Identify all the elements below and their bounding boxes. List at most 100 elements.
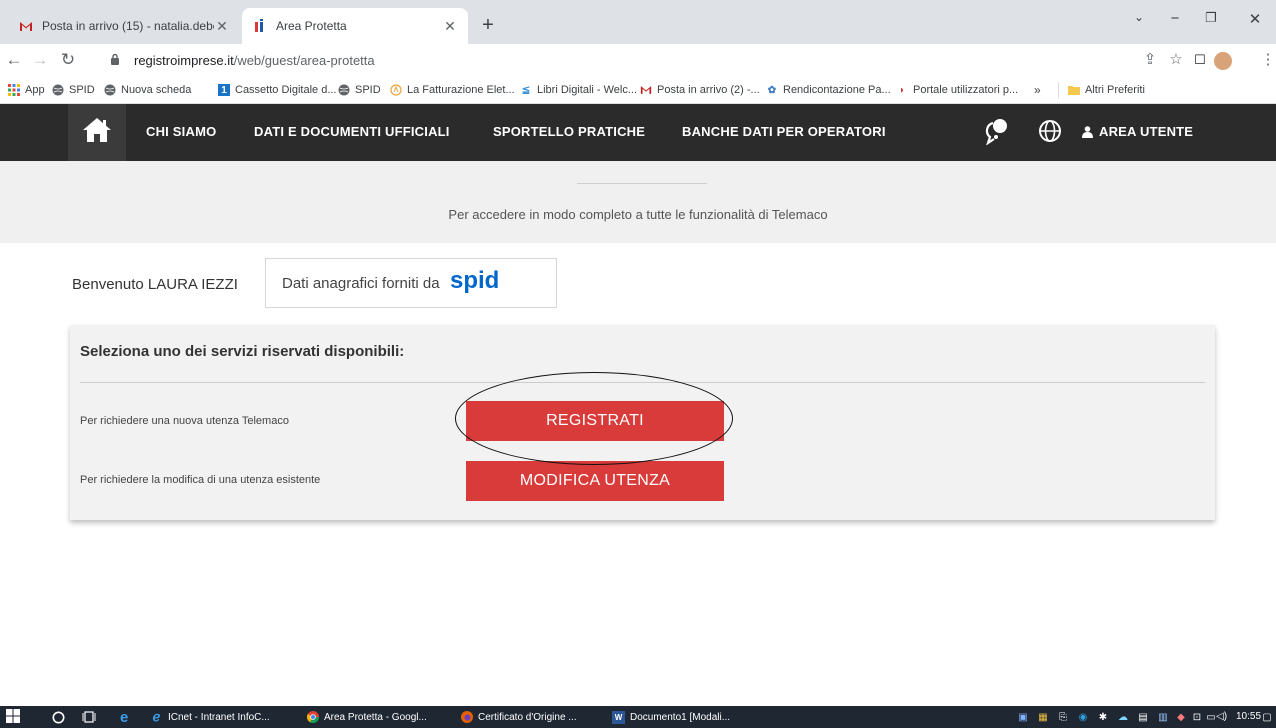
user-icon [1082, 125, 1093, 138]
fattura-icon [390, 84, 402, 96]
nav-sportello-pratiche[interactable]: SPORTELLO PRATICHE [493, 124, 645, 139]
profile-avatar[interactable] [1214, 52, 1232, 70]
registrati-button[interactable]: REGISTRATI [466, 401, 724, 441]
tab-title: Area Protetta [276, 19, 347, 33]
bookmark-spid[interactable]: SPID [52, 82, 95, 98]
bookmark-altri-preferiti[interactable]: Altri Preferiti [1068, 82, 1145, 98]
globe-icon [104, 84, 116, 96]
tray-network-app-icon[interactable]: ☁ [1116, 709, 1130, 725]
bookmark-label: Nuova scheda [121, 84, 192, 96]
taskbar-item-label: Documento1 [Modali... [630, 711, 731, 723]
service-label-registrati: Per richiedere una nuova utenza Telemaco [80, 415, 289, 427]
tray-monitor-icon[interactable]: ▤ [1136, 709, 1150, 725]
home-button[interactable] [68, 104, 126, 161]
network-icon[interactable]: ⊡ [1190, 709, 1204, 725]
bluetooth-icon[interactable]: ✱ [1096, 709, 1110, 725]
svg-text:spid: spid [450, 269, 499, 293]
tab-area-protetta[interactable]: Area Protetta ✕ [242, 8, 468, 44]
banner-divider [577, 183, 707, 184]
home-icon [82, 117, 112, 148]
spid-label: Dati anagrafici forniti da [282, 274, 440, 292]
tray-grid-icon[interactable]: ▦ [1036, 709, 1050, 725]
menu-kebab-icon[interactable]: ⋮ [1258, 50, 1276, 70]
services-panel: Seleziona uno dei servizi riservati disp… [70, 325, 1215, 520]
url-path: /web/guest/area-protetta [233, 52, 375, 68]
taskbar-item-label: ICnet - Intranet InfoC... [168, 711, 270, 723]
minimize-icon[interactable]: − [1160, 10, 1190, 27]
bookmark-portale[interactable]: ◗ Portale utilizzatori p... [896, 82, 1018, 98]
task-view-icon[interactable] [82, 709, 96, 725]
lock-icon [110, 53, 126, 68]
site-navbar: CHI SIAMO DATI E DOCUMENTI UFFICIALI SPO… [0, 104, 1276, 161]
bookmark-label: SPID [355, 84, 381, 96]
modifica-utenza-button[interactable]: MODIFICA UTENZA [466, 461, 724, 501]
volume-icon[interactable]: ◁) [1216, 711, 1227, 722]
star-icon[interactable]: ☆ [1166, 50, 1186, 70]
banner-text: Per accedere in modo completo a tutte le… [448, 207, 828, 222]
nav-dati-documenti[interactable]: DATI E DOCUMENTI UFFICIALI [254, 124, 450, 139]
edge-icon[interactable]: e [120, 709, 128, 726]
share-icon[interactable]: ⇪ [1140, 50, 1160, 70]
firefox-icon [460, 711, 473, 724]
bookmark-libri-digitali[interactable]: ≦ Libri Digitali - Welc... [520, 82, 637, 98]
nav-chi-siamo[interactable]: CHI SIAMO [146, 124, 216, 139]
tray-app-icon[interactable]: ▣ [1016, 709, 1030, 725]
close-tab-icon[interactable]: ✕ [214, 18, 230, 35]
bookmark-label: Altri Preferiti [1085, 84, 1145, 96]
services-panel-title: Seleziona uno dei servizi riservati disp… [80, 343, 405, 360]
bookmark-label: Posta in arrivo (2) -... [657, 84, 760, 96]
bookmarks-bar: App SPID Nuova scheda 1 Cassetto Digital… [0, 76, 1276, 104]
language-globe-icon[interactable] [1038, 119, 1062, 148]
browser-toolbar: ← → ↻ registroimprese.it/web/guest/area-… [0, 44, 1276, 76]
gmail-icon [18, 18, 34, 34]
new-tab-button[interactable]: + [476, 14, 500, 38]
support-chat-icon[interactable] [984, 117, 1012, 150]
bookmark-label: Portale utilizzatori p... [913, 84, 1019, 96]
nav-area-utente[interactable]: AREA UTENTE [1082, 124, 1193, 139]
browser-tab-strip: Posta in arrivo (15) - natalia.debe ✕ Ar… [0, 0, 1276, 44]
hp-icon[interactable]: ◉ [1076, 709, 1090, 725]
tray-clipboard-icon[interactable]: ⎘ [1056, 709, 1070, 725]
address-bar[interactable]: registroimprese.it/web/guest/area-protet… [110, 48, 1150, 72]
bookmark-fatturazione[interactable]: La Fatturazione Elet... [390, 82, 515, 98]
service-label-modifica: Per richiedere la modifica di una utenza… [80, 474, 321, 486]
notifications-icon[interactable]: ▢ [1260, 709, 1274, 725]
reload-icon[interactable]: ↻ [58, 50, 78, 70]
taskbar-item-area-protetta[interactable]: Area Protetta - Googl... [306, 709, 427, 725]
folder-icon [1068, 84, 1080, 96]
tab-search-icon[interactable]: ⌄ [1124, 10, 1154, 24]
bookmark-label: SPID [69, 84, 95, 96]
back-icon[interactable]: ← [4, 50, 24, 70]
bookmark-nuova-scheda[interactable]: Nuova scheda [104, 82, 191, 98]
restore-icon[interactable]: ❐ [1196, 10, 1226, 26]
close-tab-icon[interactable]: ✕ [442, 18, 458, 35]
taskbar-item-documento[interactable]: W Documento1 [Modali... [612, 709, 730, 725]
gmail-icon [640, 84, 652, 96]
portale-icon: ◗ [898, 84, 906, 96]
bookmark-rendicontazione[interactable]: ✿ Rendicontazione Pa... [766, 82, 891, 98]
tray-shield-icon[interactable]: ◆ [1174, 709, 1188, 725]
bookmark-posta[interactable]: Posta in arrivo (2) -... [640, 82, 760, 98]
chrome-icon [306, 711, 319, 724]
close-window-icon[interactable]: ✕ [1240, 10, 1270, 28]
taskbar-item-certificato[interactable]: Certificato d'Origine ... [460, 709, 577, 725]
taskbar-item-icnet[interactable]: ℯ ICnet - Intranet InfoC... [150, 709, 270, 725]
bookmark-spid-2[interactable]: SPID [338, 82, 381, 98]
taskbar-item-label: Certificato d'Origine ... [478, 711, 577, 723]
windows-logo-icon [6, 708, 20, 726]
cassetto-icon: 1 [218, 84, 230, 96]
tab-gmail[interactable]: Posta in arrivo (15) - natalia.debe ✕ [8, 8, 240, 44]
bookmark-cassetto-digitale[interactable]: 1 Cassetto Digitale d... [218, 82, 337, 98]
bookmarks-overflow-button[interactable]: » [1034, 82, 1041, 98]
forward-icon[interactable]: → [30, 50, 50, 70]
side-panel-icon[interactable]: ☐ [1190, 50, 1210, 70]
search-circle-icon[interactable] [52, 709, 65, 725]
tab-title: Posta in arrivo (15) - natalia.debe [42, 19, 214, 33]
bookmark-label: Libri Digitali - Welc... [537, 84, 638, 96]
tray-display-icon[interactable]: ▥ [1156, 709, 1170, 725]
start-button[interactable] [6, 708, 20, 726]
bookmark-app[interactable]: App [8, 82, 45, 98]
welcome-text: Benvenuto LAURA IEZZI [72, 276, 238, 293]
nav-banche-dati[interactable]: BANCHE DATI PER OPERATORI [682, 124, 886, 139]
spid-logo: spid [450, 267, 516, 298]
